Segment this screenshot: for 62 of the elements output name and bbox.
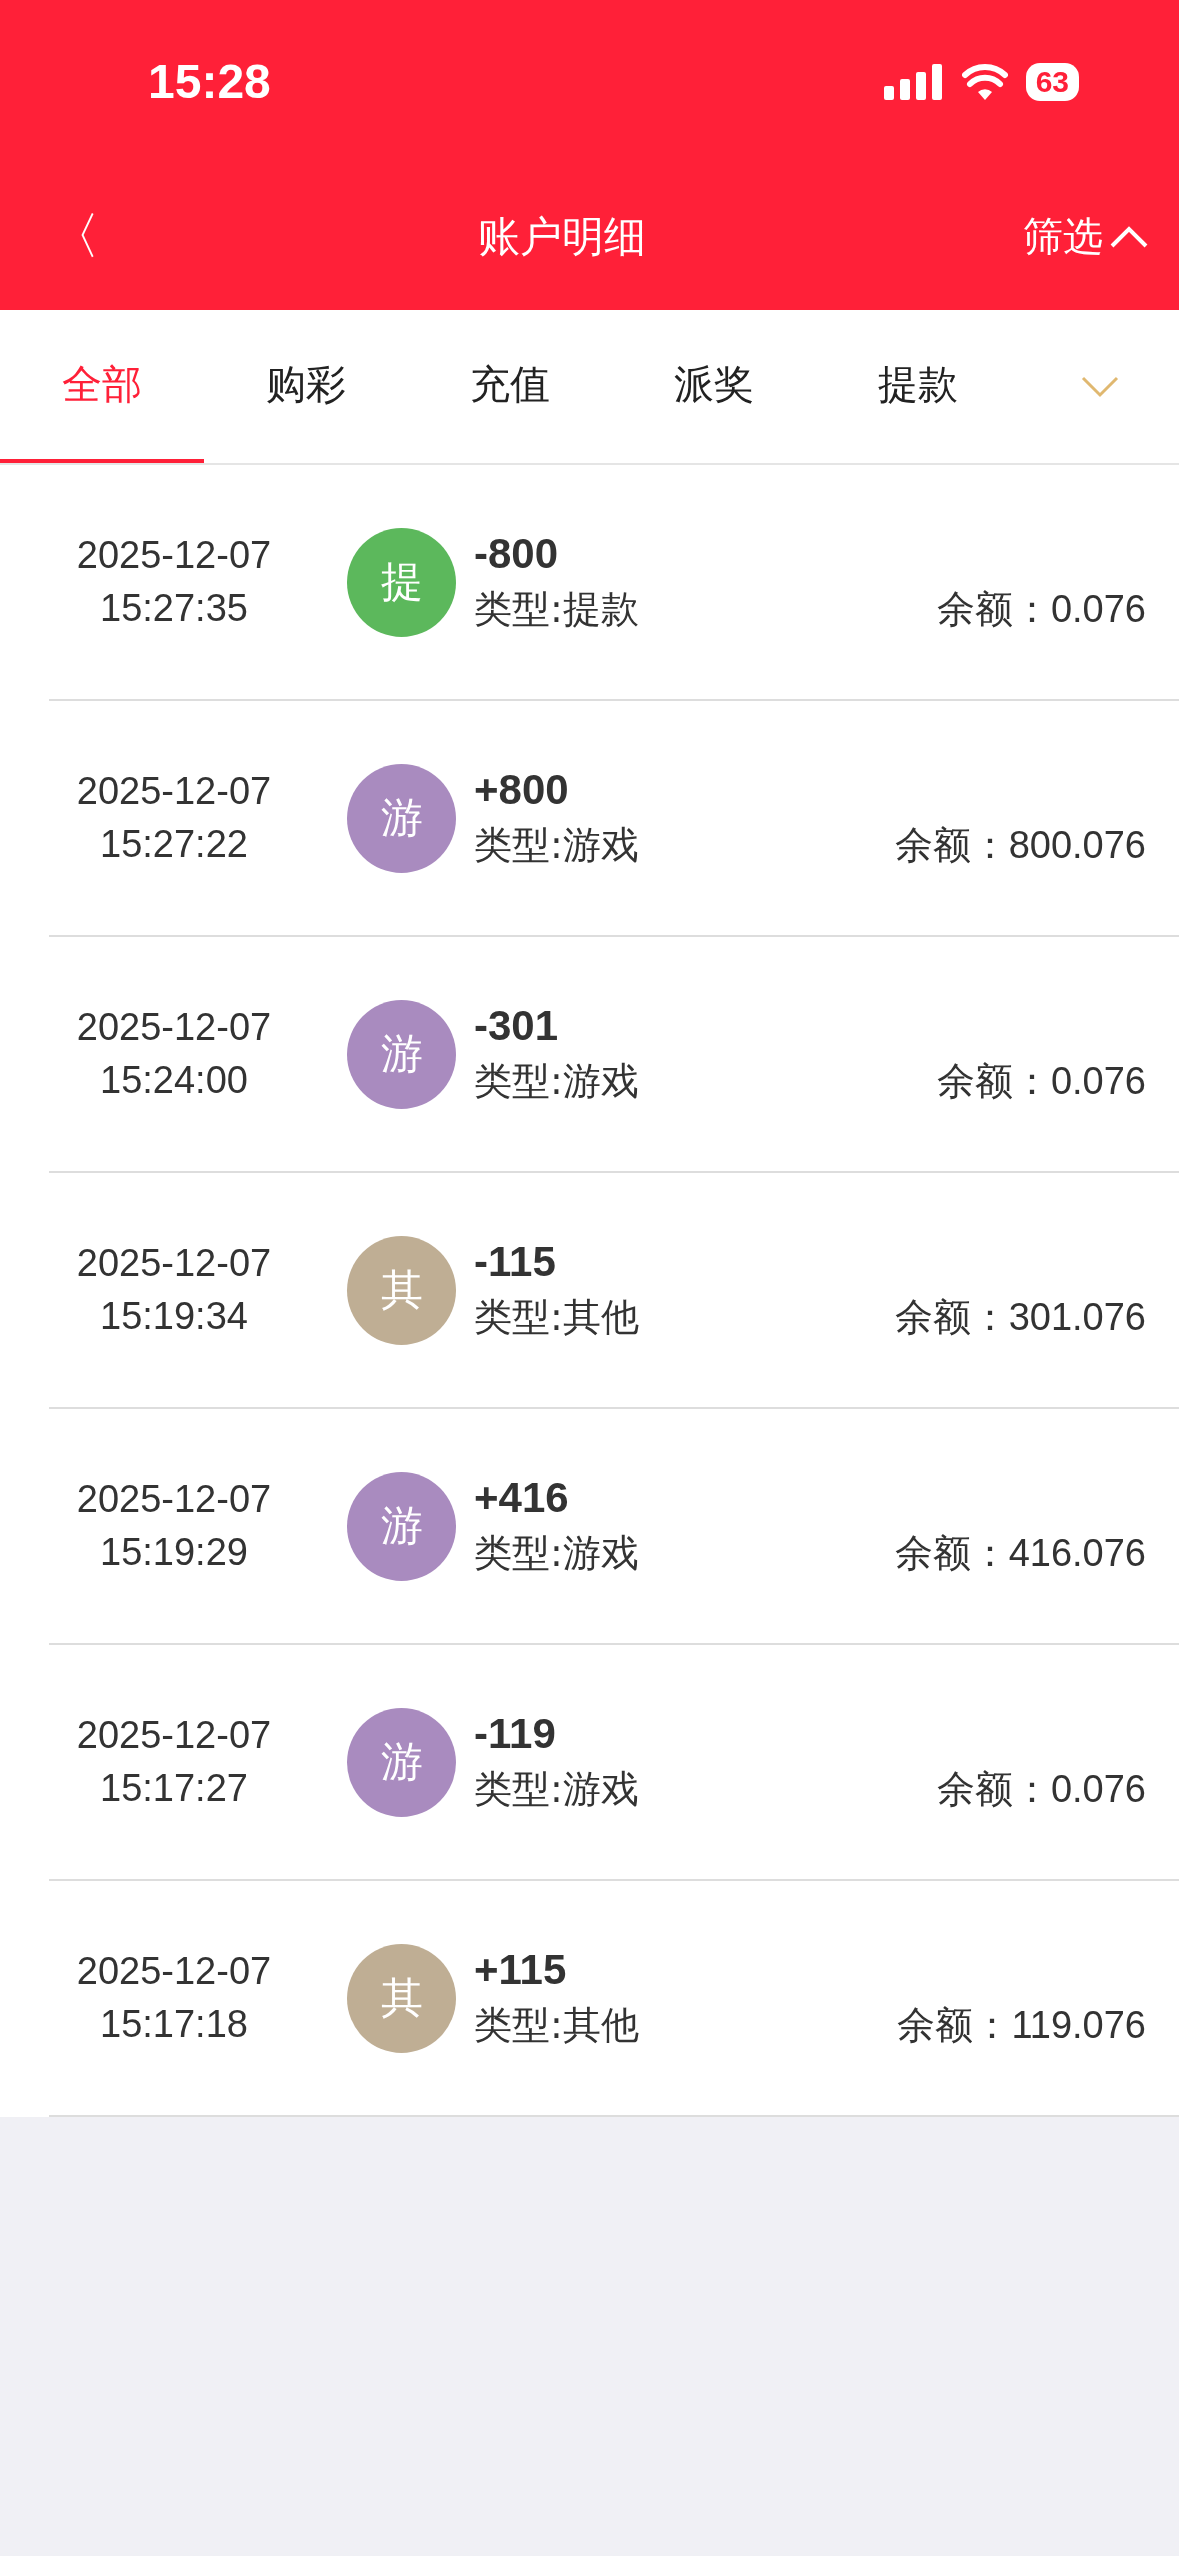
chevron-down-icon — [1079, 374, 1120, 399]
record-type: 类型:其他 — [474, 1293, 639, 1341]
record-time: 15:19:34 — [100, 1294, 248, 1339]
record-time: 15:27:35 — [100, 586, 248, 631]
record-time: 15:19:29 — [100, 1530, 248, 1575]
record-type: 类型:游戏 — [474, 1529, 639, 1577]
type-badge: 游 — [347, 1471, 456, 1581]
record-date: 2025-12-07 — [76, 1004, 272, 1050]
caret-icon — [1109, 224, 1149, 249]
status-time: 15:28 — [148, 54, 271, 109]
amount: -119 — [474, 1709, 557, 1758]
record-time: 15:27:22 — [100, 822, 248, 867]
record-date: 2025-12-07 — [76, 1476, 272, 1522]
amount: +416 — [474, 1473, 570, 1522]
record-row[interactable]: 2025-12-07 15:17:18 其 +115 类型:其他 余额：119.076 — [49, 1881, 1179, 2117]
record-time: 15:17:18 — [100, 2002, 248, 2047]
amount: -800 — [474, 529, 560, 578]
record-date: 2025-12-07 — [76, 1948, 272, 1994]
balance: 余额：416.076 — [894, 1530, 1146, 1576]
record-date: 2025-12-07 — [76, 768, 272, 814]
balance: 余额：0.076 — [936, 586, 1146, 632]
record-date: 2025-12-07 — [76, 1712, 272, 1758]
record-row[interactable]: 2025-12-07 15:19:34 其 -115 类型:其他 余额：301.076 — [49, 1173, 1179, 1409]
record-date: 2025-12-07 — [76, 1240, 272, 1286]
type-badge: 游 — [347, 999, 456, 1109]
record-row[interactable]: 2025-12-07 15:27:35 提 -800 类型:提款 余额：0.076 — [49, 465, 1179, 701]
balance: 余额：301.076 — [894, 1294, 1146, 1340]
amount: +115 — [474, 1945, 568, 1994]
balance: 余额：0.076 — [936, 1058, 1146, 1104]
type-badge: 游 — [347, 763, 456, 873]
record-date: 2025-12-07 — [76, 532, 272, 578]
type-badge: 提 — [347, 527, 456, 637]
amount: -115 — [474, 1237, 557, 1286]
record-type: 类型:游戏 — [474, 1765, 639, 1813]
record-row[interactable]: 2025-12-07 15:19:29 游 +416 类型:游戏 余额：416.076 — [49, 1409, 1179, 1645]
type-badge: 游 — [347, 1707, 456, 1817]
filter-button[interactable]: 筛选 — [1023, 209, 1149, 264]
type-badge: 其 — [347, 1235, 456, 1345]
record-time: 15:17:27 — [100, 1766, 248, 1811]
signal-icon — [883, 63, 944, 100]
tab[interactable]: 充值 — [408, 310, 612, 463]
battery-icon: 63 — [1025, 62, 1079, 101]
type-badge: 其 — [347, 1943, 456, 2053]
record-type: 类型:游戏 — [474, 1057, 639, 1105]
record-row[interactable]: 2025-12-07 15:24:00 游 -301 类型:游戏 余额：0.076 — [49, 937, 1179, 1173]
record-row[interactable]: 2025-12-07 15:17:27 游 -119 类型:游戏 余额：0.076 — [49, 1645, 1179, 1881]
amount: -301 — [474, 1001, 560, 1050]
record-row[interactable]: 2025-12-07 15:27:22 游 +800 类型:游戏 余额：800.076 — [49, 701, 1179, 937]
record-type: 类型:其他 — [474, 2001, 639, 2049]
tab[interactable]: 提款 — [816, 310, 1020, 463]
balance: 余额：800.076 — [894, 822, 1146, 868]
balance: 余额：0.076 — [936, 1766, 1146, 1812]
record-time: 15:24:00 — [100, 1058, 248, 1103]
page-title: 账户明细 — [477, 210, 646, 263]
record-type: 类型:提款 — [474, 585, 639, 633]
balance: 余额：119.076 — [897, 2002, 1146, 2048]
record-type: 类型:游戏 — [474, 821, 639, 869]
back-button[interactable]: 〈 — [50, 203, 100, 270]
amount: +800 — [474, 765, 570, 814]
tab[interactable]: 购彩 — [204, 310, 408, 463]
wifi-icon — [961, 63, 1008, 100]
tab[interactable]: 派奖 — [612, 310, 816, 463]
